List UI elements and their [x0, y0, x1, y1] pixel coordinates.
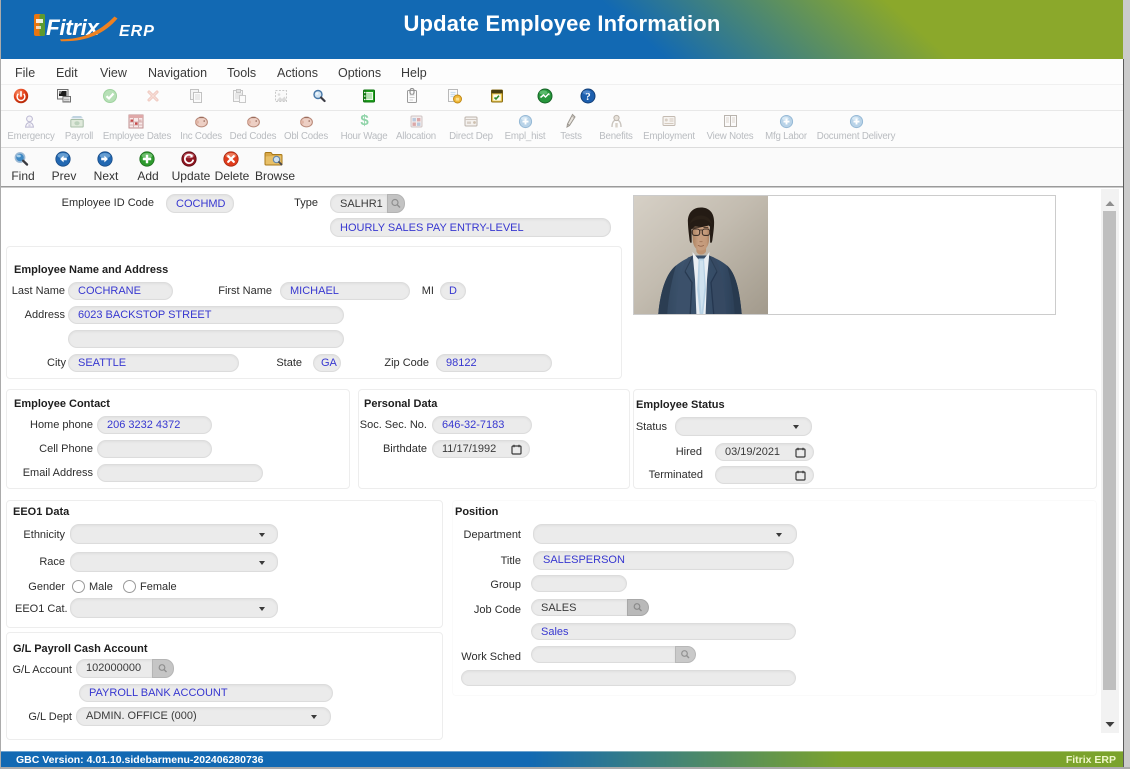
svg-text:ERP: ERP: [119, 23, 155, 40]
svg-text:?: ?: [585, 91, 591, 103]
